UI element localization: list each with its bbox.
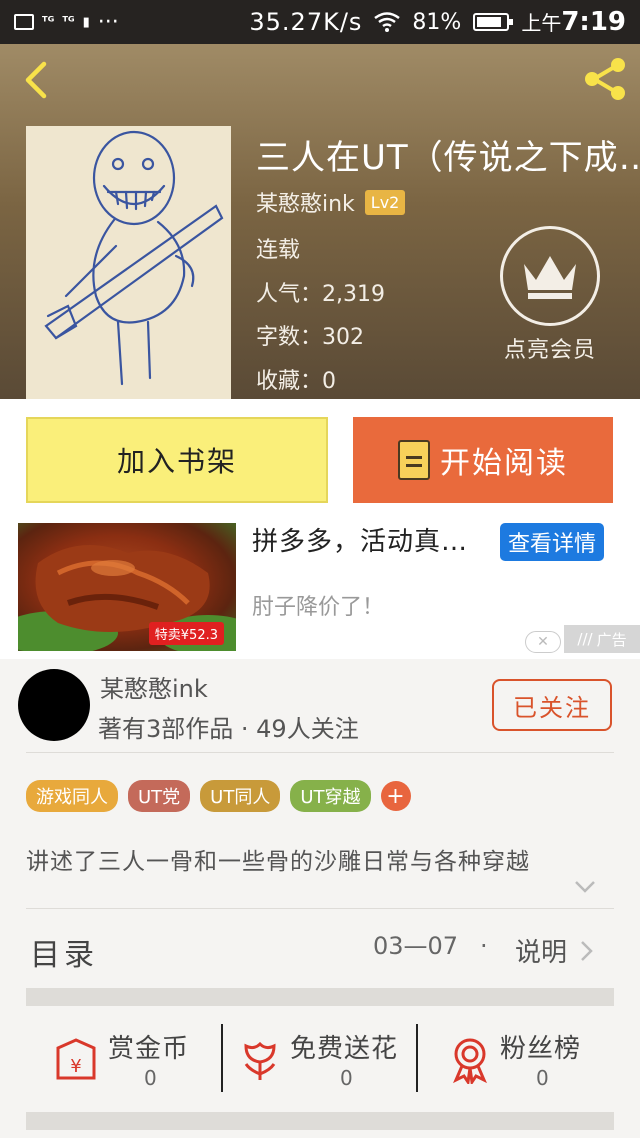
vip-label: 点亮会员 — [503, 338, 596, 363]
add-to-shelf-button[interactable]: 加入书架 — [26, 417, 328, 503]
book-author[interactable]: 某憨憨ink — [256, 186, 355, 218]
section-separator — [26, 988, 614, 1006]
book-header: 三人在UT（传说之下成… 某憨憨ink Lv2 连载 人气：2,319 字数：3… — [0, 44, 640, 399]
svg-text:¥: ¥ — [70, 1056, 81, 1077]
reward-flower-button[interactable]: 免费送花 0 — [224, 1022, 420, 1102]
section-separator — [26, 1112, 614, 1130]
book-word-count: 字数：302 — [256, 325, 364, 350]
tag-item[interactable]: UT穿越 — [290, 780, 371, 812]
battery-icon — [473, 13, 514, 31]
book-status: 连载 — [256, 238, 301, 263]
start-reading-label: 开始阅读 — [440, 446, 568, 481]
book-cover[interactable] — [26, 126, 231, 399]
notification-icon: ᵀᴳ — [42, 14, 55, 30]
wifi-icon — [374, 12, 401, 32]
catalog-date: 03—07 — [373, 932, 459, 960]
battery-percent: 81% — [412, 9, 462, 35]
clock: 7:19 — [561, 7, 626, 37]
start-reading-button[interactable]: 开始阅读 — [353, 417, 613, 503]
catalog-separator: · — [480, 932, 488, 960]
catalog-title: 目录 — [30, 938, 98, 973]
tag-list: 游戏同人 UT党 UT同人 UT穿越 + — [26, 780, 411, 812]
ad-image[interactable]: 特卖¥52.3 — [18, 523, 236, 651]
ad-label: /// 广告 — [564, 625, 640, 653]
author-name[interactable]: 某憨憨ink — [100, 669, 208, 704]
vip-button[interactable]: 点亮会员 — [500, 226, 600, 364]
cover-drawing — [44, 130, 224, 386]
reward-count: 0 — [144, 1066, 157, 1090]
divider — [26, 752, 614, 753]
ad-subtitle: 肘子降价了！ — [252, 595, 385, 620]
notification-icon-2: ᵀᴳ — [62, 14, 75, 30]
avatar[interactable] — [18, 669, 90, 741]
crown-icon — [500, 226, 600, 326]
time-prefix: 上午 — [521, 11, 562, 35]
divider — [221, 1024, 223, 1092]
author-stats: 著有3部作品 · 49人关注 — [98, 715, 359, 743]
share-icon[interactable] — [580, 54, 630, 104]
action-bar: 加入书架 开始阅读 — [0, 399, 640, 519]
reward-label: 粉丝榜 — [500, 1034, 582, 1064]
reward-label: 赏金币 — [108, 1034, 190, 1064]
catalog-row[interactable]: 目录 03—07 · 说明 — [0, 912, 640, 988]
ad-price-tag: 特卖¥52.3 — [148, 622, 224, 645]
status-bar: ᵀᴳ ᵀᴳ ▮ ··· 35.27K/s 81% 上午7:19 — [0, 0, 640, 44]
book-description: 讲述了三人一骨和一些骨的沙雕日常与各种穿越 — [26, 849, 530, 875]
medal-icon — [453, 1038, 487, 1084]
level-badge: Lv2 — [364, 189, 406, 215]
book-icon — [398, 440, 430, 480]
ad-banner[interactable]: 特卖¥52.3 拼多多，活动真… 查看详情 肘子降价了！ ✕ /// 广告 — [0, 519, 640, 659]
more-notifications: ··· — [97, 9, 119, 35]
tag-item[interactable]: UT同人 — [200, 780, 281, 812]
coin-envelope-icon: ¥ — [56, 1038, 96, 1080]
tag-item[interactable]: 游戏同人 — [26, 780, 118, 812]
book-favorites: 收藏：0 — [256, 369, 336, 394]
network-speed: 35.27K/s — [249, 8, 363, 36]
reward-count: 0 — [536, 1066, 549, 1090]
book-title: 三人在UT（传说之下成… — [256, 138, 640, 178]
chevron-right-icon[interactable] — [580, 940, 594, 962]
ad-label-text: 广告 — [596, 630, 627, 649]
chevron-down-icon[interactable] — [574, 880, 596, 894]
ad-detail-button[interactable]: 查看详情 — [500, 523, 605, 561]
ad-title[interactable]: 拼多多，活动真… — [252, 521, 468, 558]
book-popularity: 人气：2,319 — [256, 282, 385, 307]
follow-button[interactable]: 已关注 — [492, 679, 612, 731]
back-icon[interactable] — [18, 60, 58, 100]
flower-icon — [244, 1041, 276, 1080]
ad-logo-icon: /// — [577, 630, 593, 648]
catalog-note[interactable]: 说明 — [515, 932, 567, 969]
divider — [26, 908, 614, 909]
sim-icon: ▮ — [82, 14, 90, 30]
reward-label: 免费送花 — [290, 1034, 399, 1064]
ad-close-icon[interactable]: ✕ — [525, 631, 561, 653]
reward-coin-button[interactable]: ¥ 赏金币 0 — [26, 1022, 222, 1102]
author-card: 某憨憨ink 著有3部作品 · 49人关注 已关注 — [0, 659, 640, 753]
reward-bar: ¥ 赏金币 0 免费送花 0 粉丝榜 0 — [26, 1006, 614, 1110]
reward-fans-button[interactable]: 粉丝榜 0 — [418, 1022, 614, 1102]
reward-count: 0 — [340, 1066, 353, 1090]
tag-item[interactable]: UT党 — [128, 780, 191, 812]
add-tag-icon[interactable]: + — [380, 781, 411, 811]
gallery-icon — [14, 14, 34, 30]
